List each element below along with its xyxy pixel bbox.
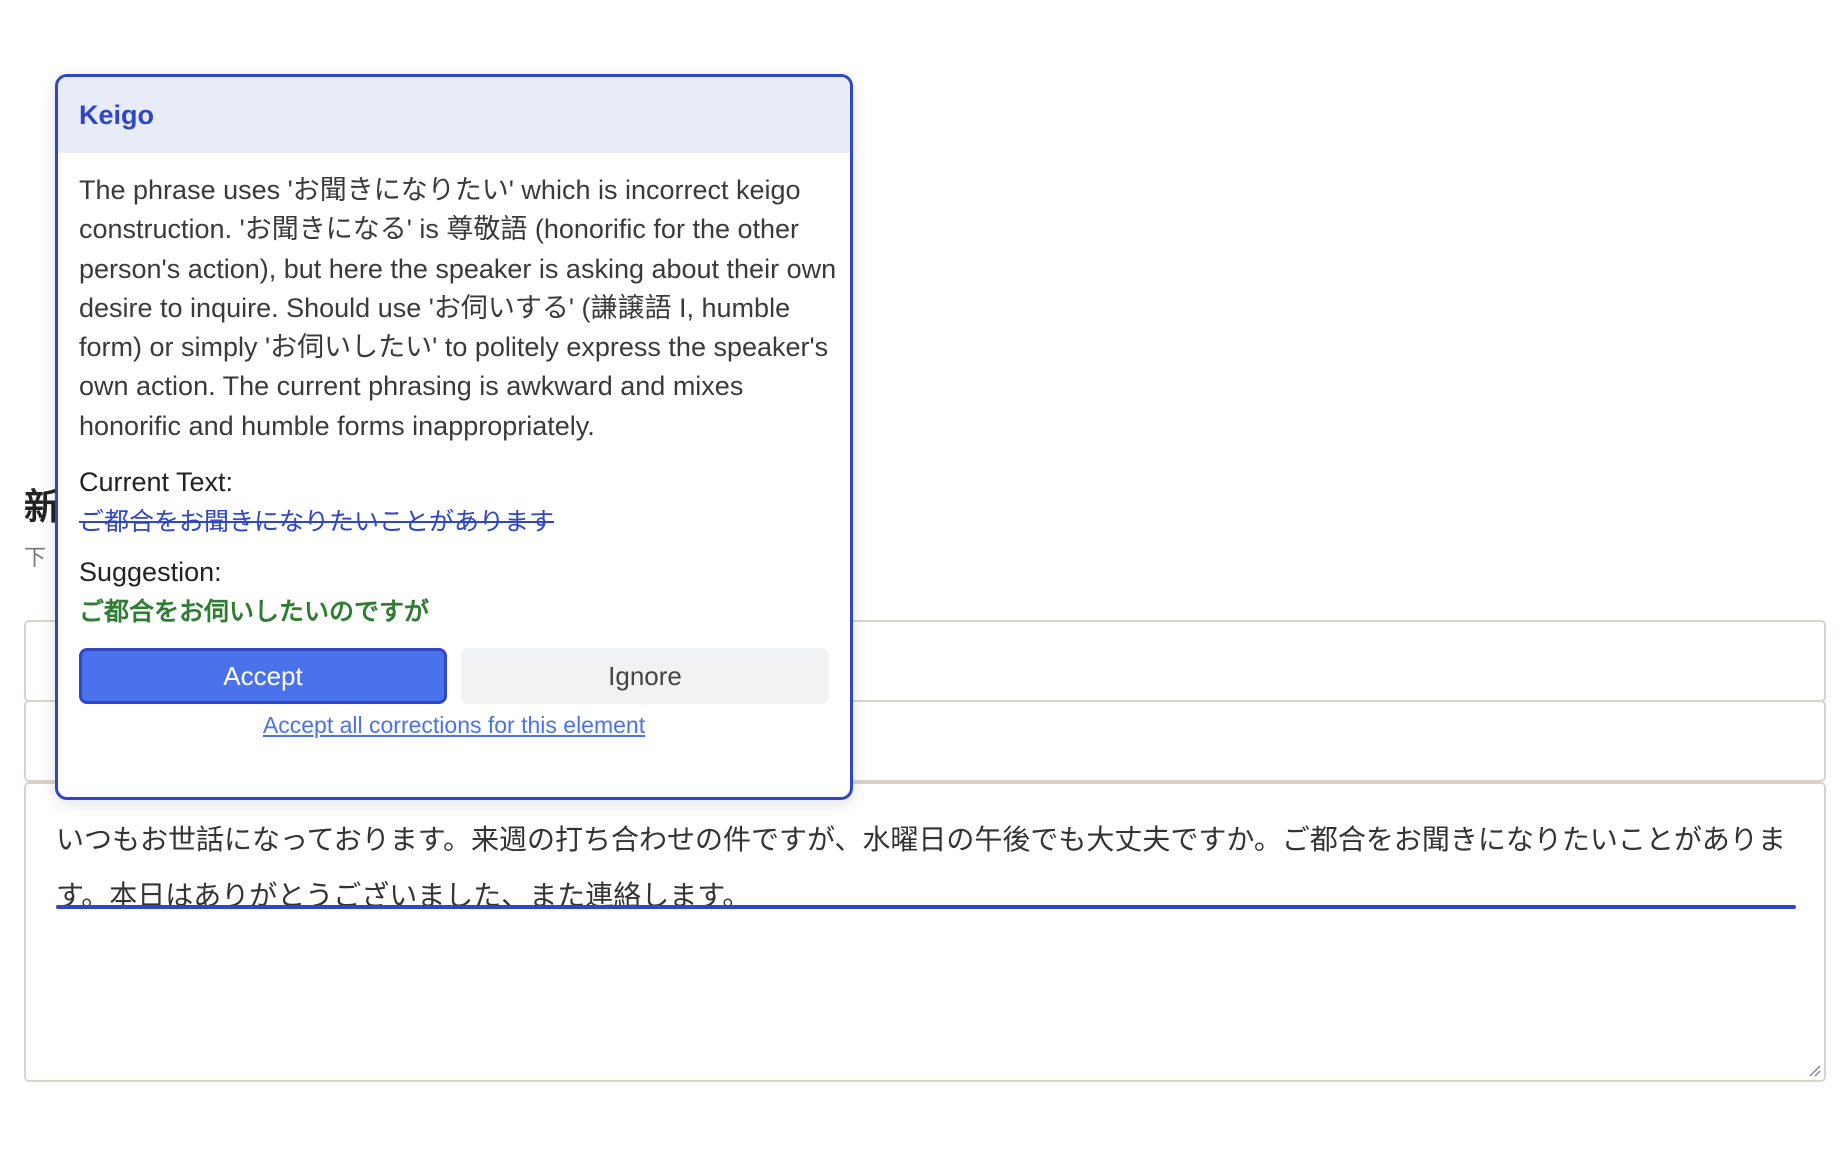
popover-title: Keigo: [79, 99, 155, 130]
correction-explanation: The phrase uses 'お聞きになりたい' which is inco…: [79, 175, 837, 441]
current-text: ご都合をお聞きになりたいことがあります: [79, 507, 555, 537]
page: 新 下 いつもお世話になっております。来週の打ち合わせの件ですが、水曜日の午後で…: [0, 0, 1848, 1155]
resize-grip-icon[interactable]: [1805, 1061, 1821, 1077]
accept-button[interactable]: Accept: [79, 648, 448, 705]
message-body-textarea[interactable]: いつもお世話になっております。来週の打ち合わせの件ですが、水曜日の午後でも大丈夫…: [24, 782, 1826, 1082]
accept-all-link[interactable]: Accept all corrections for this element: [79, 712, 829, 739]
suggestion-label: Suggestion:: [79, 557, 222, 588]
page-subtitle: 下: [24, 546, 47, 571]
correction-popover: Keigo The phrase uses 'お聞きになりたい' which i…: [55, 74, 853, 800]
keigo-error-underline[interactable]: [56, 905, 1796, 909]
popover-body: The phrase uses 'お聞きになりたい' which is inco…: [58, 153, 850, 739]
ignore-button[interactable]: Ignore: [461, 648, 829, 705]
current-text-label: Current Text:: [79, 467, 234, 498]
popover-header: Keigo: [58, 77, 850, 153]
suggestion-text: ご都合をお伺いしたいのですが: [79, 597, 430, 627]
action-buttons: Accept Ignore: [79, 648, 829, 705]
